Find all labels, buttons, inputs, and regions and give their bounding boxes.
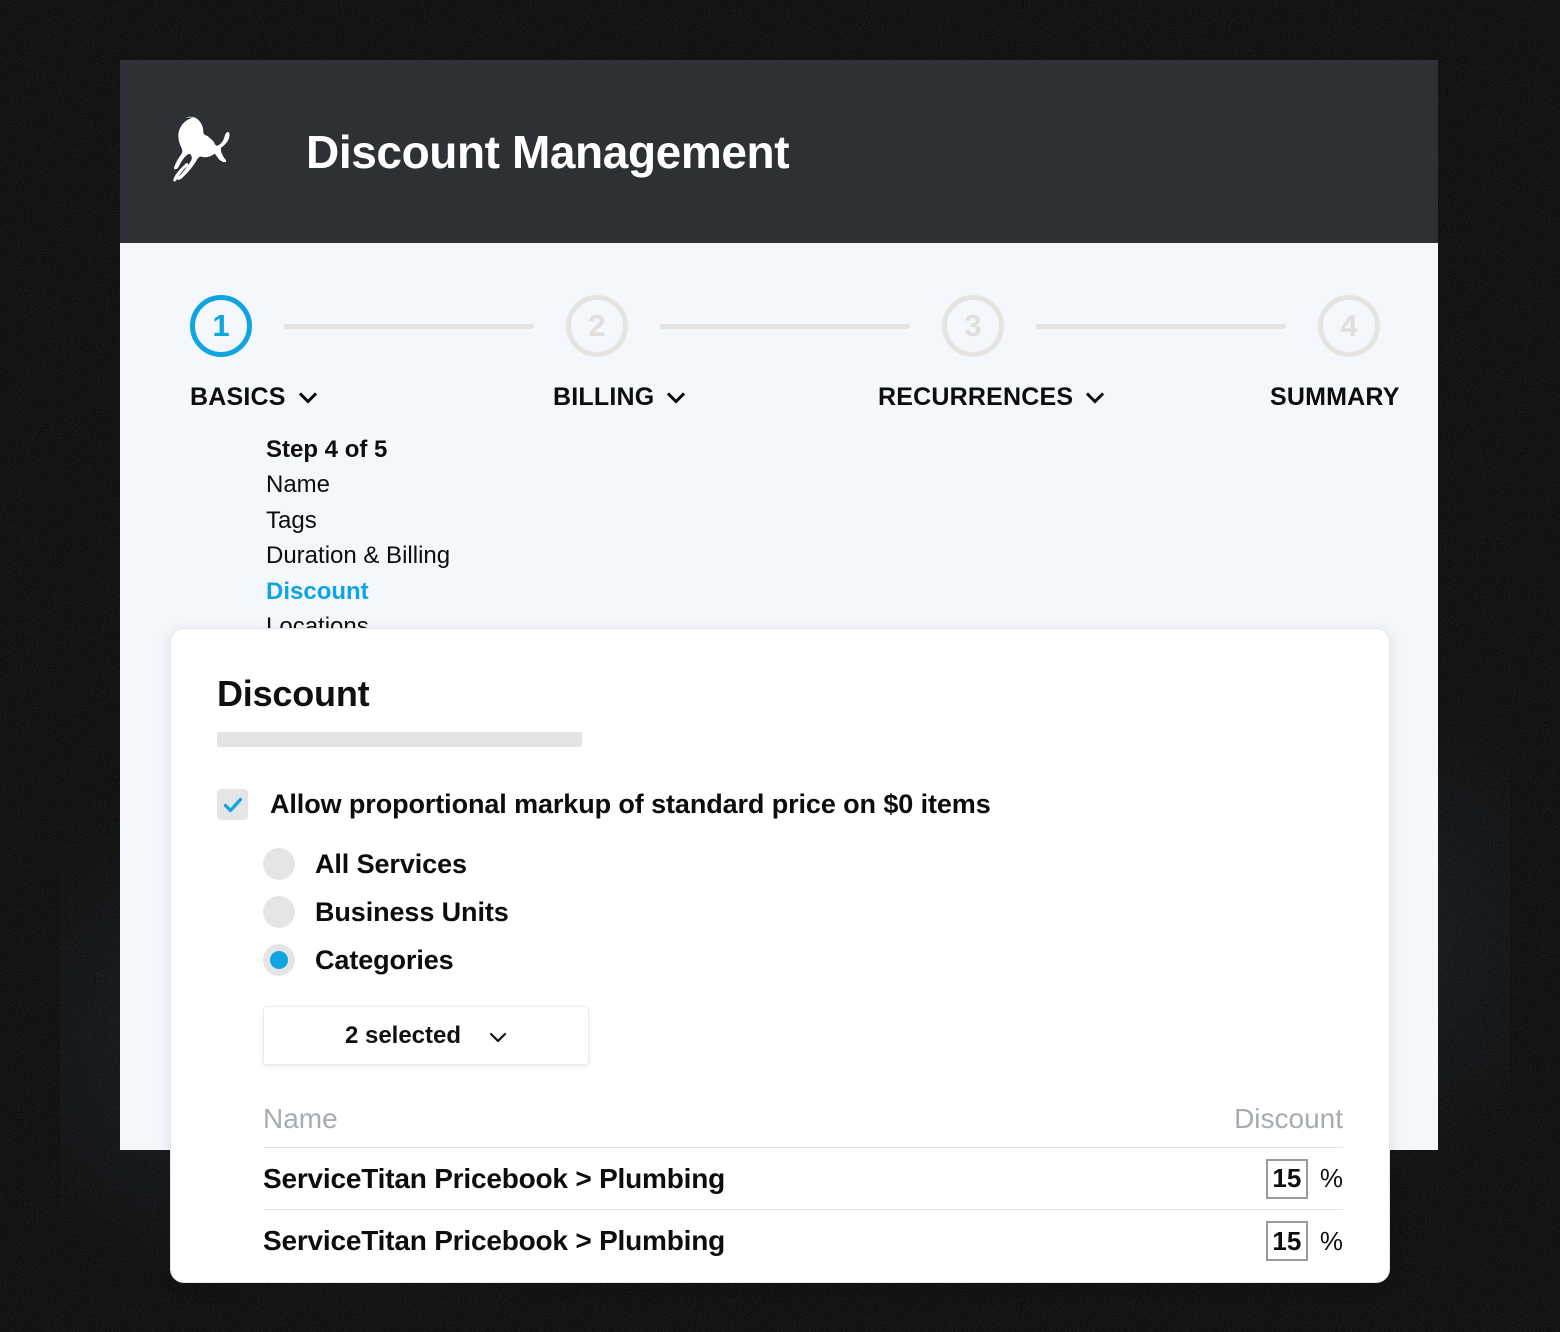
category-discount-table: Name Discount ServiceTitan Pricebook > P…: [263, 1103, 1343, 1272]
step-node-2[interactable]: 2: [566, 295, 628, 357]
step-label-billing-text: BILLING: [553, 383, 655, 411]
step-label-basics[interactable]: BASICS: [190, 383, 318, 412]
percent-sign: %: [1319, 1163, 1343, 1193]
card-title: Discount: [217, 673, 370, 714]
step-label-basics-text: BASICS: [190, 383, 286, 411]
row-discount-cell: 15 %: [1265, 1158, 1343, 1199]
basics-substep-list: Step 4 of 5 Name Tags Duration & Billing…: [266, 436, 1380, 640]
column-header-name: Name: [263, 1103, 338, 1134]
dropdown-selected-value: 2 selected: [344, 1021, 462, 1049]
step-connector-1-2: [284, 323, 534, 329]
table-header-row: Name Discount: [263, 1103, 1343, 1148]
radio-label-all-services: All Services: [315, 848, 467, 879]
step-node-1[interactable]: 1: [190, 295, 252, 357]
substep-item-duration-billing[interactable]: Duration & Billing: [266, 542, 1380, 569]
stepper-nodes-row: 1 2 3 4: [190, 295, 1380, 357]
checkbox-checked-icon[interactable]: [217, 789, 248, 820]
step-label-recurrences-text: RECURRENCES: [878, 383, 1074, 411]
substep-progress: Step 4 of 5: [266, 436, 388, 463]
radio-label-business-units: Business Units: [315, 896, 509, 927]
step-label-summary[interactable]: SUMMARY: [1270, 383, 1400, 412]
row-name: ServiceTitan Pricebook > Plumbing: [263, 1225, 726, 1256]
wizard-stepper: 1 2 3 4 BASICS BILLING RECURRENCES SUMMA…: [120, 295, 1438, 640]
step-connector-3-4: [1036, 323, 1286, 329]
substep-item-discount[interactable]: Discount: [266, 578, 1380, 605]
title-placeholder-bar: [217, 732, 582, 747]
discount-input[interactable]: 15: [1265, 1221, 1308, 1261]
table-row: ServiceTitan Pricebook > Plumbing 15 %: [263, 1210, 1343, 1272]
percent-sign: %: [1319, 1225, 1343, 1256]
step-label-billing[interactable]: BILLING: [553, 383, 686, 412]
screenshot-stage: Discount Management 1 2 3 4 BASICS BILLI…: [0, 0, 1560, 1332]
stepper-labels-row: BASICS BILLING RECURRENCES SUMMARY: [190, 383, 1399, 417]
chevron-down-icon: [487, 1026, 507, 1046]
step-connector-2-3: [660, 323, 910, 329]
radio-selected-icon[interactable]: [263, 944, 295, 976]
radio-option-all-services[interactable]: All Services: [263, 848, 1343, 880]
substep-item-tags[interactable]: Tags: [266, 507, 1380, 534]
allow-markup-checkbox-row[interactable]: Allow proportional markup of standard pr…: [217, 789, 1343, 820]
app-title: Discount Management: [306, 125, 790, 178]
column-header-discount: Discount: [1234, 1103, 1343, 1134]
step-node-4[interactable]: 4: [1318, 295, 1380, 357]
chevron-down-icon: [666, 388, 686, 408]
discount-input[interactable]: 15: [1265, 1158, 1308, 1199]
radio-unselected-icon[interactable]: [263, 848, 295, 880]
scope-radio-group: All Services Business Units Categories: [263, 848, 1343, 976]
servicetitan-titan-head-logo-icon: [173, 116, 230, 182]
step-node-3[interactable]: 3: [942, 295, 1004, 357]
radio-unselected-icon[interactable]: [263, 896, 295, 928]
step-label-summary-text: SUMMARY: [1270, 383, 1400, 411]
allow-markup-label: Allow proportional markup of standard pr…: [270, 789, 991, 819]
table-row: ServiceTitan Pricebook > Plumbing 15 %: [263, 1148, 1343, 1210]
radio-label-categories: Categories: [315, 944, 454, 975]
step-label-recurrences[interactable]: RECURRENCES: [878, 383, 1105, 412]
substep-item-name[interactable]: Name: [266, 471, 1380, 498]
categories-multiselect-dropdown[interactable]: 2 selected: [263, 1006, 589, 1065]
app-header: Discount Management: [120, 60, 1438, 243]
radio-option-business-units[interactable]: Business Units: [263, 896, 1343, 928]
radio-option-categories[interactable]: Categories: [263, 944, 1343, 976]
discount-card: Discount Allow proportional markup of st…: [170, 628, 1390, 1283]
chevron-down-icon: [298, 388, 318, 408]
row-discount-cell: 15 %: [1265, 1221, 1343, 1261]
chevron-down-icon: [1085, 388, 1105, 408]
row-name: ServiceTitan Pricebook > Plumbing: [263, 1162, 726, 1194]
